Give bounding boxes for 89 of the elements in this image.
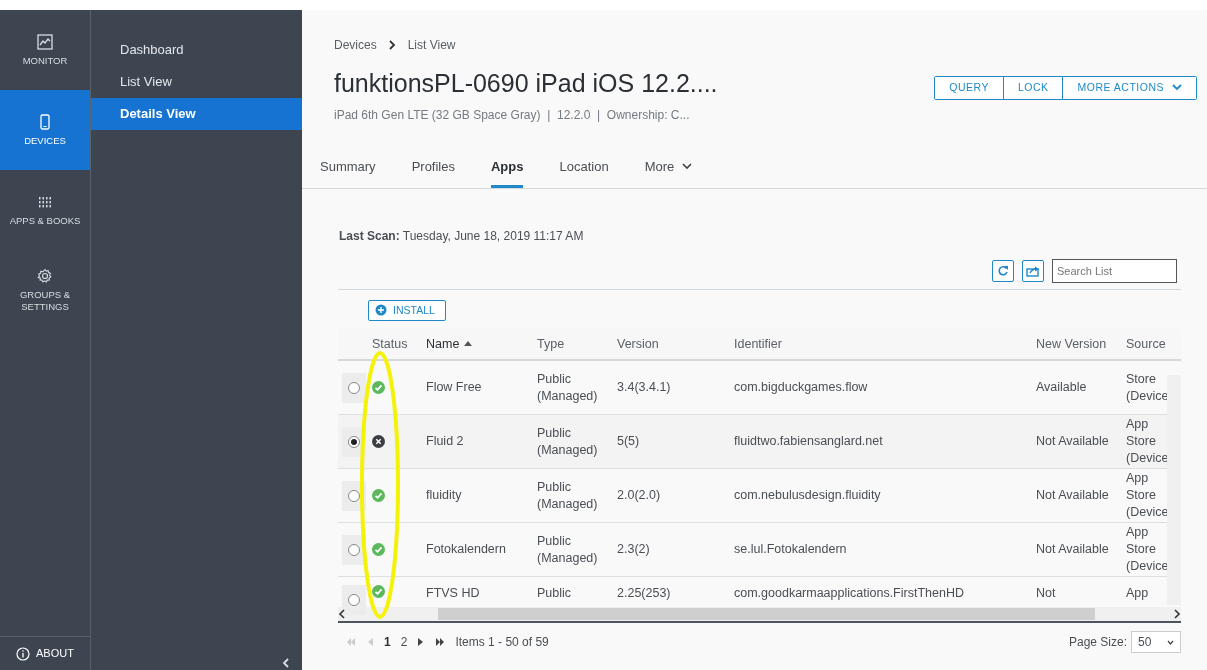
table-cell: Not Available [1036,487,1109,505]
table-cell: Not [1036,585,1056,603]
app-name: Fotokalendern [426,541,506,559]
table-cell: com.nebulusdesign.fluidity [734,487,881,505]
gear-icon [36,266,54,285]
table-cell: 2.0(2.0) [617,487,661,505]
table-cell-text: Store (Device [1126,370,1170,405]
caret-icon [1172,84,1182,92]
rail-nav-item[interactable]: GROUPS & SETTINGS [0,250,90,330]
previous-page-icon [366,637,374,648]
tab[interactable]: Apps [491,150,524,188]
page-size-select[interactable]: 50 [1131,631,1181,654]
table-cell: com.goodkarmaapplications.FirstThenHD [734,585,964,603]
table-cell: se.lul.Fotokalendern [734,541,847,559]
app-name: Fluid 2 [426,433,464,451]
column-header[interactable]: Version [617,335,659,353]
subnav-item[interactable]: Dashboard [91,34,302,66]
chart-monitor-icon [36,32,54,51]
app-name: fluidity [426,487,462,505]
radio-button[interactable] [348,594,360,607]
tab[interactable]: Summary [320,150,376,188]
table-cell-text: Public (Managed) [537,478,599,513]
radio-button[interactable] [348,543,360,556]
action-button[interactable]: QUERY [935,77,1004,99]
table-cell-text: Public (Managed) [537,424,599,459]
last-scan-text: Last Scan: Tuesday, June 18, 2019 11:17 AM [338,227,585,245]
more-actions-dropdown[interactable]: MORE ACTIONS [1063,77,1196,99]
export-button[interactable] [1022,259,1044,282]
page-size-label: Page Size: [1068,634,1127,652]
radio-button[interactable] [348,381,360,394]
plus-circle-icon [375,304,387,317]
install-button[interactable]: INSTALL [368,299,446,322]
column-header[interactable]: Name [426,335,460,353]
chevron-left-icon [338,609,346,620]
page-link[interactable]: 1 [384,633,391,652]
tab[interactable]: More [644,150,693,188]
column-header[interactable]: Source [1126,335,1166,353]
app-name: FTVS HD [426,585,480,603]
table-cell: 5(5) [617,433,640,451]
app-name: Flow Free [426,379,482,397]
radio-button[interactable] [348,435,360,448]
export-icon [1026,264,1040,277]
radio-button[interactable] [348,489,360,502]
table-cell: Available [1036,379,1087,397]
table-cell: App [1126,585,1149,603]
tab[interactable]: Profiles [411,150,455,188]
rail-nav-item[interactable]: DEVICES [0,90,90,170]
last-page-icon [435,637,446,648]
table-cell: Not Available [1036,433,1109,451]
horizontal-scrollbar[interactable] [338,607,1181,624]
info-icon [16,646,30,661]
table-cell: Public [537,585,572,603]
column-header[interactable]: Identifier [734,335,782,353]
refresh-icon [997,264,1009,277]
table-cell: 2.3(2) [617,541,650,559]
table-cell-text: App Store (Device [1126,470,1170,522]
chevron-right-icon [388,40,396,50]
device-title: funktionsPL-0690 iPad iOS 12.2.... [333,68,718,98]
first-page-icon [346,637,356,648]
rail-nav-item[interactable]: APPS & BOOKS [0,170,90,250]
caret-icon [1167,639,1174,645]
column-header[interactable]: New Version [1036,335,1107,353]
table-cell: 2.25(253) [617,585,671,603]
device-details: iPad 6th Gen LTE (32 GB Space Gray) | 12.2.0 | Ownership: C... [333,107,691,124]
table-cell-text: Public (Managed) [537,370,599,405]
search-field[interactable]: Search List [1052,258,1177,283]
table-cell: 3.4(3.4.1) [617,379,671,397]
table-cell-text: Public (Managed) [537,532,599,567]
about-link[interactable]: ABOUT [0,636,90,670]
page-link[interactable]: 2 [400,633,408,652]
chevron-right-icon [1173,609,1181,620]
table-cell-text: App Store (Device [1126,524,1170,576]
action-button[interactable]: LOCK [1003,77,1064,99]
column-header[interactable]: Type [537,335,565,353]
breadcrumb-link[interactable]: List View [407,36,456,54]
subnav-item[interactable]: Details View [91,98,302,130]
table-cell-text: App Store (Device [1126,416,1170,468]
table-cell: com.bigduckgames.flow [734,379,868,397]
collapse-chevron-icon [282,658,290,668]
vertical-scrollbar[interactable] [1167,374,1181,605]
subnav-item[interactable]: List View [91,66,302,98]
table-cell: Not Available [1036,541,1109,559]
rail-nav-item[interactable]: MONITOR [0,10,90,90]
breadcrumb-link[interactable]: Devices [334,36,377,54]
table-cell: fluidtwo.fabiensanglard.net [734,433,883,451]
column-header[interactable]: Status [372,335,408,353]
refresh-button[interactable] [992,259,1014,282]
pagination-summary: Items 1 - 50 of 59 [455,634,549,652]
tab[interactable]: Location [559,150,609,188]
